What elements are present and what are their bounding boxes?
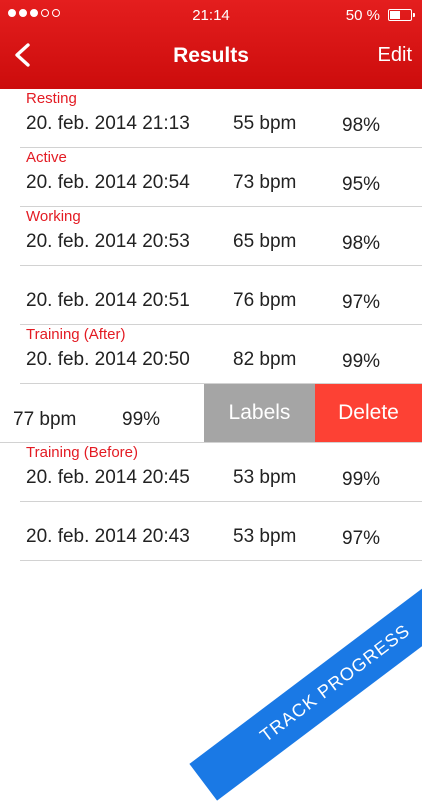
result-bpm: 65 bpm bbox=[233, 231, 297, 252]
result-label: Working bbox=[26, 208, 81, 225]
list-item[interactable]: Working 20. feb. 2014 20:53 65 bpm 98% bbox=[20, 207, 422, 266]
result-label: Resting bbox=[26, 90, 77, 107]
result-date: 20. feb. 2014 21:13 bbox=[26, 113, 190, 134]
result-percent: 99% bbox=[122, 409, 161, 430]
result-label: Training (After) bbox=[26, 326, 126, 343]
result-percent: 97% bbox=[342, 292, 381, 313]
result-bpm: 53 bpm bbox=[233, 467, 297, 488]
result-date: 20. feb. 2014 20:54 bbox=[26, 172, 190, 193]
battery-fill bbox=[390, 11, 400, 19]
swiped-list-item[interactable]: 77 bpm 99% Labels Delete bbox=[0, 384, 422, 443]
list-item[interactable]: Training (After) 20. feb. 2014 20:50 82 … bbox=[20, 325, 422, 384]
result-percent: 98% bbox=[342, 115, 381, 136]
nav-bar: 21:14 50 % Results Edit bbox=[0, 0, 422, 89]
result-date: 20. feb. 2014 20:50 bbox=[26, 349, 190, 370]
edit-button[interactable]: Edit bbox=[378, 44, 412, 67]
result-bpm: 82 bpm bbox=[233, 349, 297, 370]
results-list: Resting 20. feb. 2014 21:13 55 bpm 98% A… bbox=[0, 89, 422, 561]
result-percent: 97% bbox=[342, 528, 381, 549]
result-bpm: 53 bpm bbox=[233, 526, 297, 547]
result-date: 20. feb. 2014 20:53 bbox=[26, 231, 190, 252]
result-bpm: 77 bpm bbox=[13, 409, 77, 430]
result-bpm: 73 bpm bbox=[233, 172, 297, 193]
list-item[interactable]: 20. feb. 2014 20:51 76 bpm 97% bbox=[20, 266, 422, 325]
list-item[interactable]: 20. feb. 2014 20:43 53 bpm 97% bbox=[20, 502, 422, 561]
result-label: Training (Before) bbox=[26, 444, 138, 461]
delete-button[interactable]: Delete bbox=[315, 384, 422, 442]
battery-icon bbox=[388, 9, 415, 21]
page-title: Results bbox=[173, 44, 249, 67]
result-percent: 98% bbox=[342, 233, 381, 254]
track-progress-banner: TRACK PROGRESS bbox=[189, 565, 422, 801]
result-bpm: 55 bpm bbox=[233, 113, 297, 134]
battery-tip bbox=[413, 13, 415, 17]
result-date: 20. feb. 2014 20:45 bbox=[26, 467, 190, 488]
list-item[interactable]: Training (Before) 20. feb. 2014 20:45 53… bbox=[20, 443, 422, 502]
result-percent: 99% bbox=[342, 351, 381, 372]
labels-button[interactable]: Labels bbox=[204, 384, 315, 442]
status-bar: 21:14 50 % bbox=[0, 0, 422, 30]
result-date: 20. feb. 2014 20:51 bbox=[26, 290, 190, 311]
list-item[interactable]: Resting 20. feb. 2014 21:13 55 bpm 98% bbox=[20, 89, 422, 148]
result-bpm: 76 bpm bbox=[233, 290, 297, 311]
result-date: 20. feb. 2014 20:43 bbox=[26, 526, 190, 547]
battery-percentage: 50 % bbox=[345, 7, 380, 24]
result-label: Active bbox=[26, 149, 67, 166]
list-item[interactable]: Active 20. feb. 2014 20:54 73 bpm 95% bbox=[20, 148, 422, 207]
result-percent: 99% bbox=[342, 469, 381, 490]
result-percent: 95% bbox=[342, 174, 381, 195]
